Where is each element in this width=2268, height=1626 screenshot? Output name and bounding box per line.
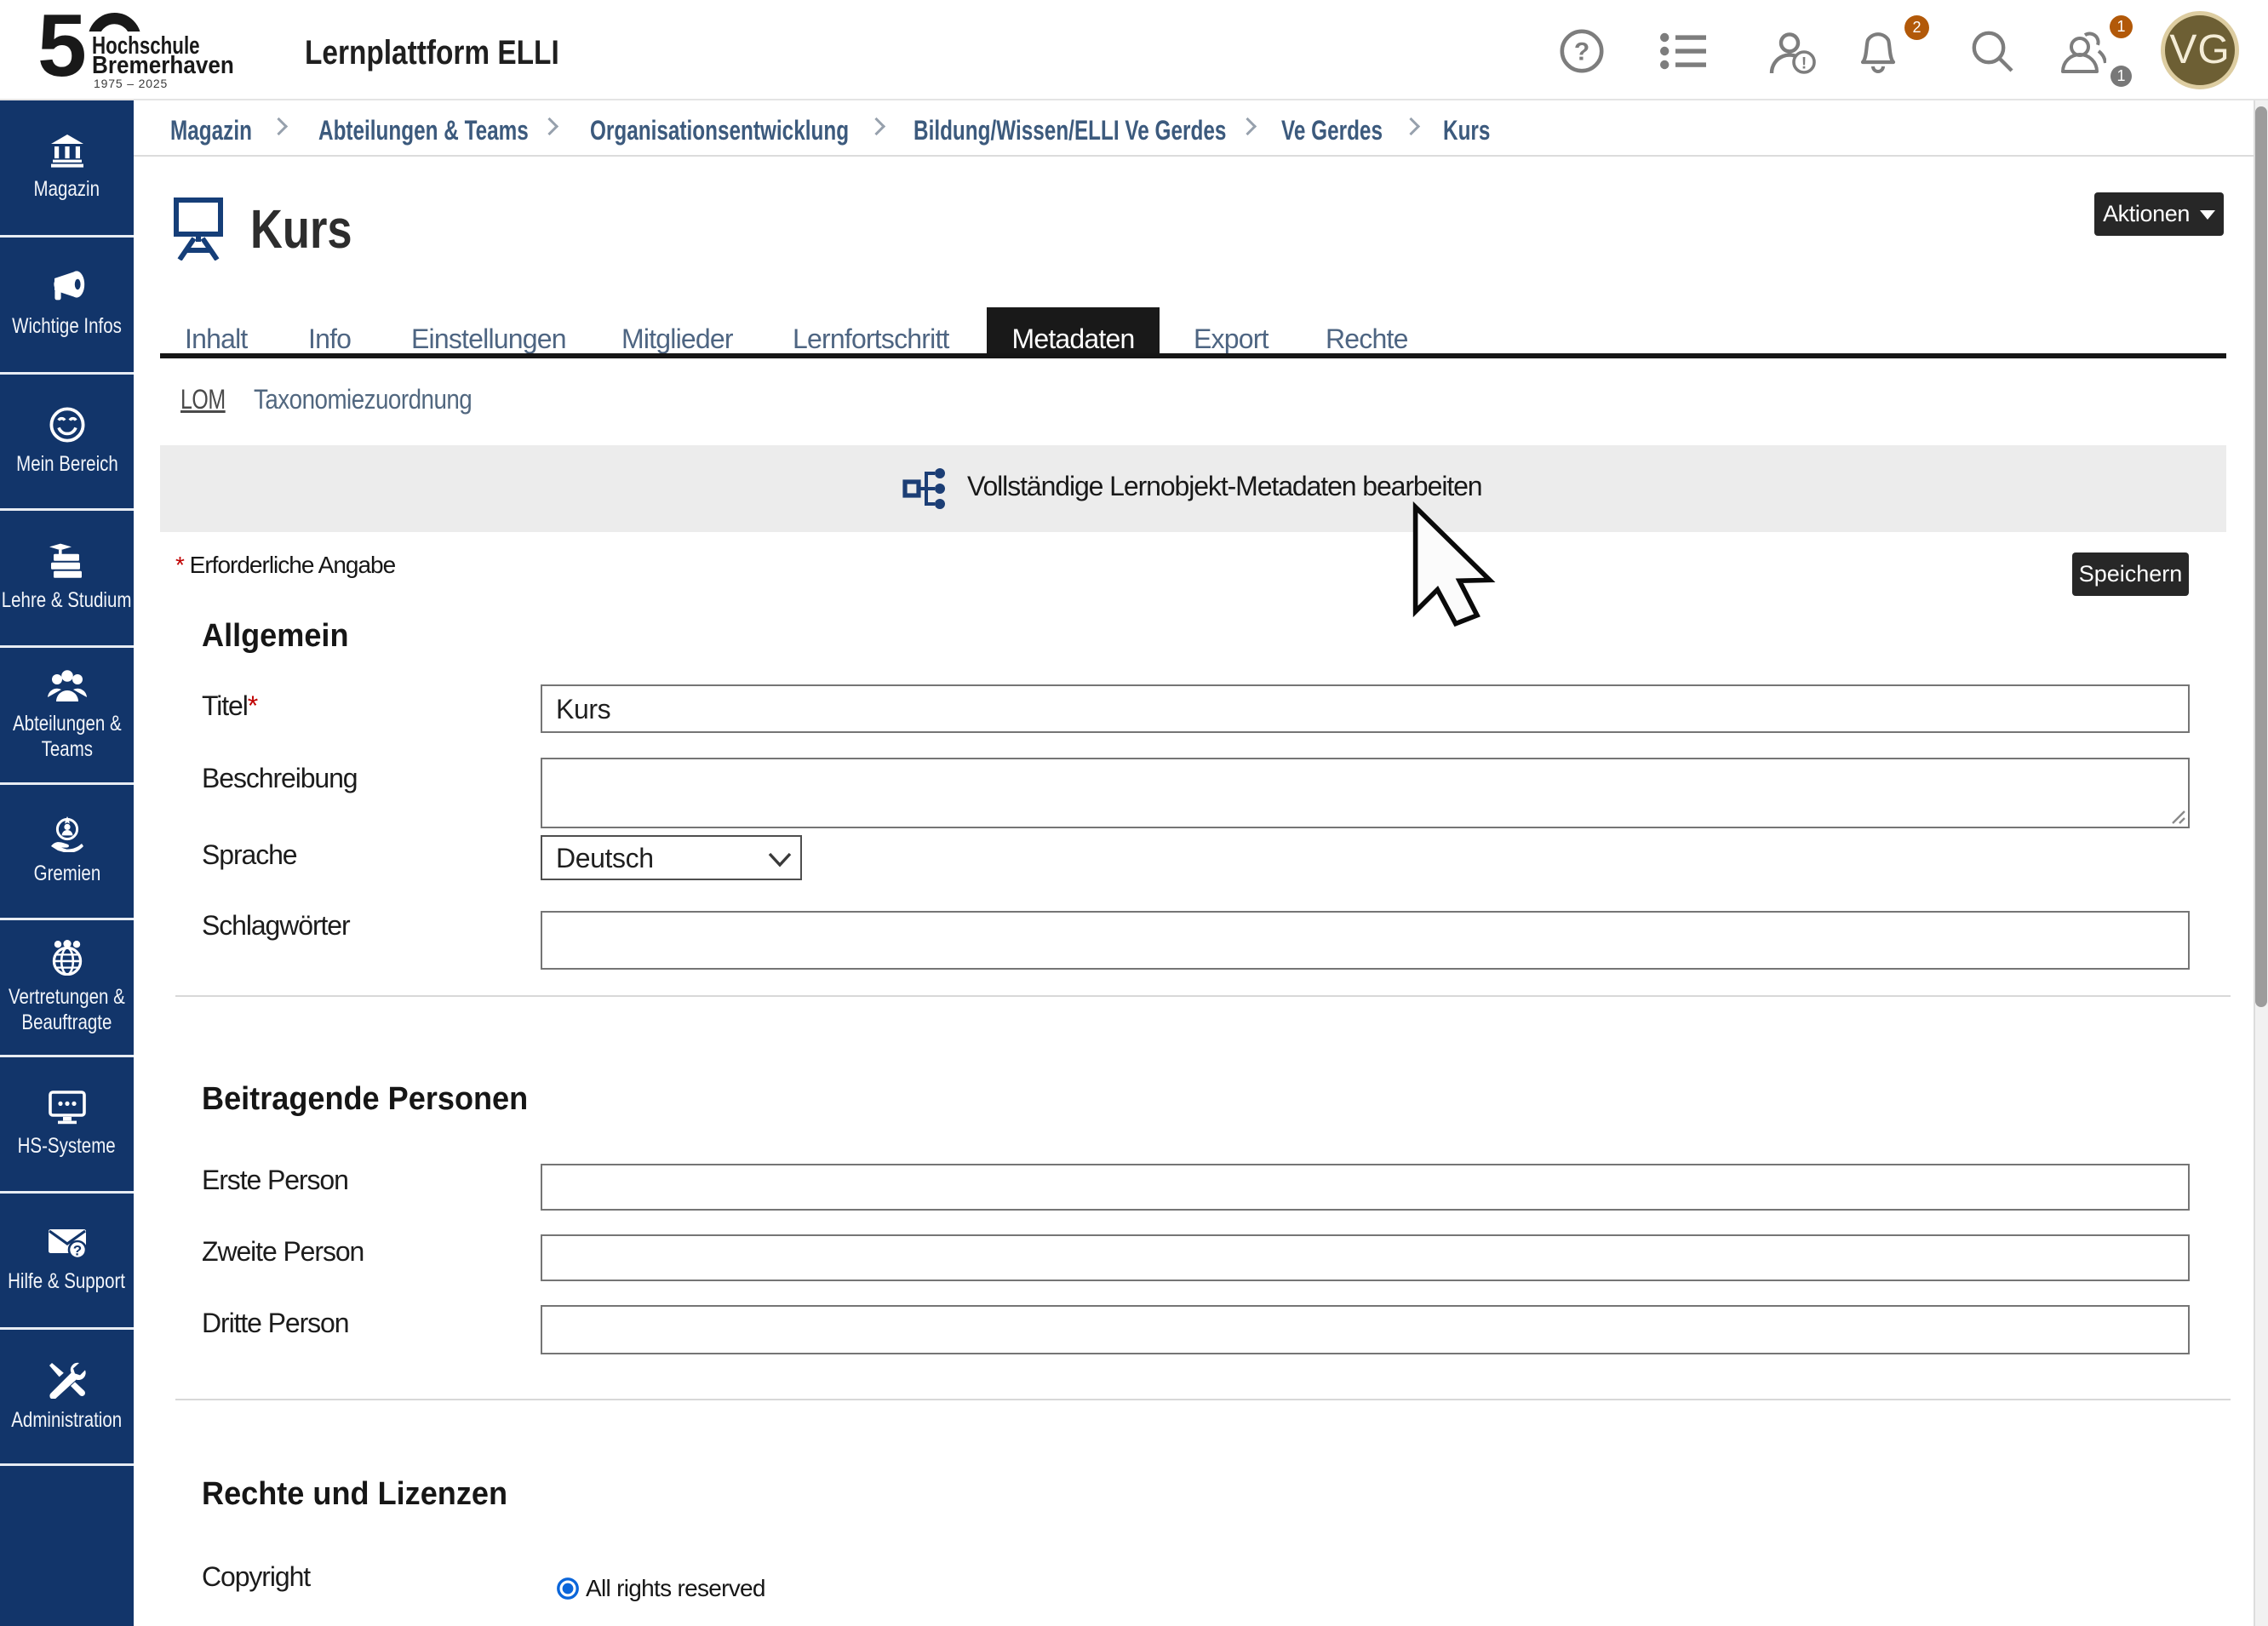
svg-text:?: ? xyxy=(1574,38,1589,66)
svg-text:!: ! xyxy=(1801,54,1807,72)
svg-text:?: ? xyxy=(72,1242,81,1258)
